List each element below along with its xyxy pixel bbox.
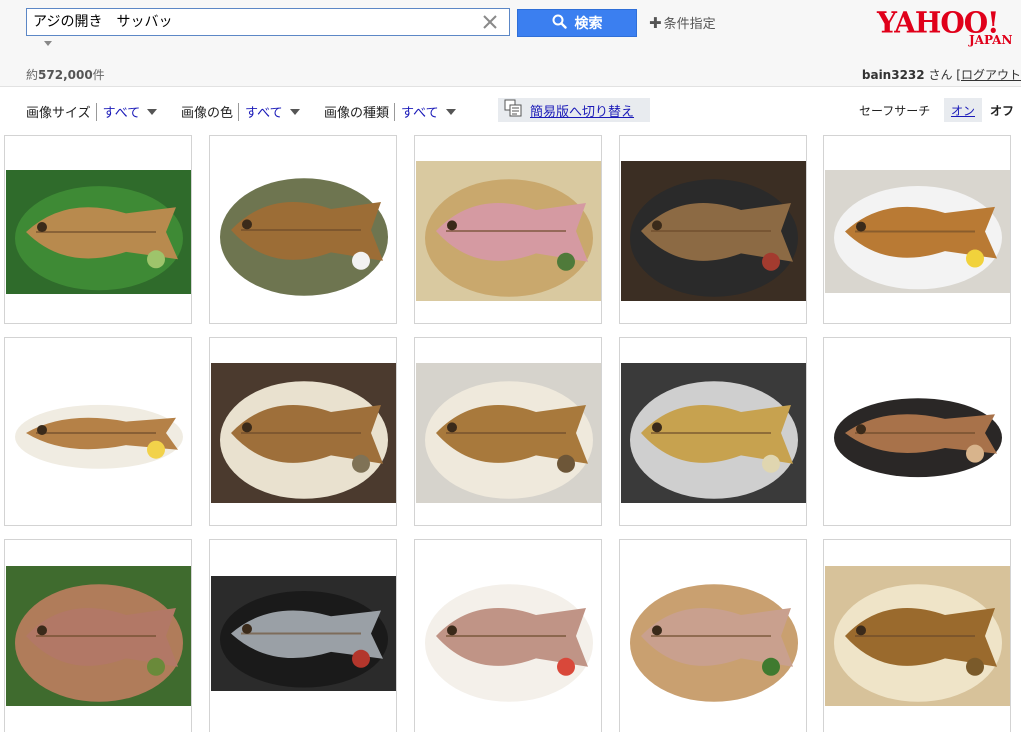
search-icon — [552, 14, 567, 33]
image-thumbnail[interactable] — [211, 160, 396, 300]
simple-version-button[interactable]: 簡易版へ切り替え — [498, 98, 650, 122]
image-result-tile[interactable] — [4, 539, 192, 732]
chevron-down-icon[interactable] — [289, 108, 300, 115]
logo-sub-text: JAPAN — [969, 33, 1013, 47]
divider — [394, 102, 396, 121]
chevron-down-icon[interactable] — [445, 108, 456, 115]
image-result-tile[interactable] — [209, 539, 397, 732]
image-thumbnail[interactable] — [6, 395, 191, 471]
filter-size-label: 画像サイズ — [26, 106, 91, 121]
divider — [238, 102, 240, 121]
safesearch-on-button[interactable]: オン — [944, 98, 982, 122]
user-area: bain3232 さん [ログアウト — [862, 66, 1021, 83]
filter-color-label: 画像の色 — [181, 106, 234, 121]
grilled-fish-image — [211, 576, 396, 691]
image-result-tile[interactable] — [619, 337, 807, 526]
yahoo-japan-logo[interactable]: YAHOO! JAPAN — [877, 5, 1021, 50]
image-thumbnail[interactable] — [416, 161, 601, 301]
logout-link[interactable]: ログアウト — [961, 68, 1021, 82]
grilled-fish-image — [6, 566, 191, 706]
grilled-fish-image — [825, 386, 1010, 480]
grilled-fish-image — [211, 160, 396, 300]
chevron-down-icon[interactable] — [147, 108, 158, 115]
filter-color-value[interactable]: すべて — [245, 102, 283, 121]
image-result-tile[interactable] — [4, 135, 192, 324]
grilled-fish-image — [621, 566, 806, 706]
plus-icon: ✚ — [649, 13, 662, 32]
image-thumbnail[interactable] — [6, 566, 191, 706]
image-result-tile[interactable] — [823, 135, 1011, 324]
switch-view-icon — [504, 99, 522, 121]
image-thumbnail[interactable] — [416, 566, 601, 706]
grilled-fish-image — [825, 170, 1010, 293]
image-thumbnail[interactable] — [6, 170, 191, 294]
image-thumbnail[interactable] — [621, 363, 806, 503]
grilled-fish-image — [416, 566, 601, 706]
username[interactable]: bain3232 — [862, 68, 925, 82]
filter-image-color[interactable]: 画像の色 すべて — [181, 102, 300, 121]
filter-image-size[interactable]: 画像サイズ すべて — [26, 102, 158, 121]
grilled-fish-image — [6, 395, 191, 471]
safesearch-off-button[interactable]: オフ — [984, 98, 1021, 122]
grilled-fish-image — [825, 566, 1010, 706]
image-thumbnail[interactable] — [621, 161, 806, 301]
search-conditions-label: 条件指定 — [663, 17, 716, 32]
safesearch-label: セーフサーチ — [859, 104, 931, 118]
grilled-fish-image — [211, 363, 396, 503]
image-result-tile[interactable] — [209, 135, 397, 324]
search-box[interactable] — [26, 8, 510, 36]
image-thumbnail[interactable] — [825, 170, 1010, 293]
grilled-fish-image — [6, 170, 191, 294]
image-result-tile[interactable] — [4, 337, 192, 526]
honorific: さん — [928, 68, 953, 82]
image-thumbnail[interactable] — [211, 363, 396, 503]
search-history-caret-icon[interactable] — [44, 41, 52, 46]
simple-version-label: 簡易版へ切り替え — [530, 104, 635, 120]
image-result-tile[interactable] — [823, 539, 1011, 732]
image-result-tile[interactable] — [209, 337, 397, 526]
result-count-prefix: 約 — [26, 68, 39, 82]
image-thumbnail[interactable] — [825, 386, 1010, 480]
filter-image-type[interactable]: 画像の種類 すべて — [324, 102, 456, 121]
result-count-number: 572,000 — [38, 68, 93, 82]
grilled-fish-image — [621, 363, 806, 503]
result-count-suffix: 件 — [92, 68, 105, 82]
search-button-label: 検索 — [574, 16, 603, 32]
image-result-tile[interactable] — [823, 337, 1011, 526]
header: 検索 ✚ 条件指定 YAHOO! JAPAN 約572,000件 bain323… — [0, 0, 1021, 87]
filter-type-label: 画像の種類 — [324, 106, 390, 121]
result-count: 約572,000件 — [26, 66, 105, 83]
image-result-tile[interactable] — [619, 539, 807, 732]
filter-size-value[interactable]: すべて — [103, 102, 141, 121]
clear-icon[interactable] — [481, 13, 499, 31]
divider — [95, 102, 97, 121]
search-button[interactable]: 検索 — [517, 9, 637, 37]
image-result-tile[interactable] — [414, 337, 602, 526]
image-search-page: 検索 ✚ 条件指定 YAHOO! JAPAN 約572,000件 bain323… — [0, 0, 1021, 732]
grilled-fish-image — [416, 363, 601, 503]
grilled-fish-image — [416, 161, 601, 301]
filter-type-value[interactable]: すべて — [401, 102, 439, 121]
image-result-tile[interactable] — [414, 539, 602, 732]
image-thumbnail[interactable] — [621, 566, 806, 706]
search-input[interactable] — [27, 9, 473, 35]
image-result-tile[interactable] — [414, 135, 602, 324]
grilled-fish-image — [621, 161, 806, 301]
image-thumbnail[interactable] — [416, 363, 601, 503]
image-thumbnail[interactable] — [825, 566, 1010, 706]
image-thumbnail[interactable] — [211, 576, 396, 691]
search-conditions-link[interactable]: ✚ 条件指定 — [649, 13, 716, 33]
image-result-tile[interactable] — [619, 135, 807, 324]
